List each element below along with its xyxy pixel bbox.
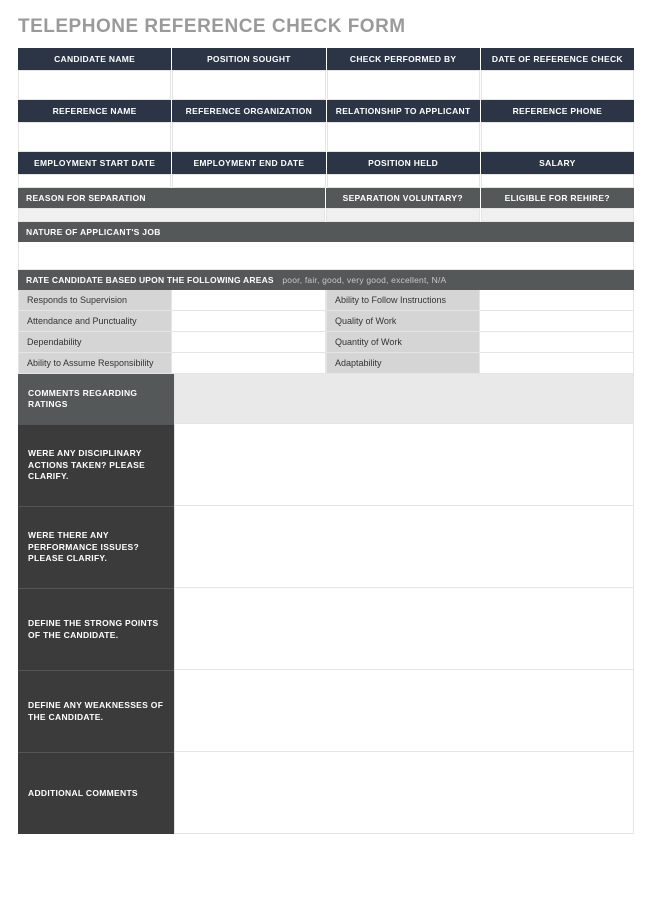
label-weaknesses: DEFINE ANY WEAKNESSES OF THE CANDIDATE. [18, 670, 174, 752]
rating-grid: Responds to Supervision Ability to Follo… [18, 290, 634, 374]
position-held-field[interactable] [327, 174, 480, 188]
header-employment-end: EMPLOYMENT END DATE [172, 152, 325, 174]
comments-ratings-row: COMMENTS REGARDING RATINGS [18, 374, 634, 424]
strong-points-row: DEFINE THE STRONG POINTS OF THE CANDIDAT… [18, 588, 634, 670]
header-position-held: POSITION HELD [327, 152, 480, 174]
header-candidate-name: CANDIDATE NAME [18, 48, 171, 70]
rate-responds-supervision: Responds to Supervision [18, 290, 172, 311]
position-sought-field[interactable] [172, 70, 325, 100]
label-additional-comments: ADDITIONAL COMMENTS [18, 752, 174, 834]
date-reference-check-field[interactable] [481, 70, 634, 100]
reference-organization-field[interactable] [172, 122, 325, 152]
header-reference-organization: REFERENCE ORGANIZATION [172, 100, 325, 122]
additional-comments-row: ADDITIONAL COMMENTS [18, 752, 634, 834]
check-performed-by-field[interactable] [327, 70, 480, 100]
employment-header-row: EMPLOYMENT START DATE EMPLOYMENT END DAT… [18, 152, 634, 174]
rate-follow-instructions-field[interactable] [480, 290, 634, 311]
header-eligible-rehire: ELIGIBLE FOR REHIRE? [481, 188, 635, 208]
rate-dependability-field[interactable] [172, 332, 326, 353]
label-performance: WERE THERE ANY PERFORMANCE ISSUES? PLEAS… [18, 506, 174, 588]
relationship-applicant-field[interactable] [327, 122, 480, 152]
rate-quality-work-field[interactable] [480, 311, 634, 332]
rate-responds-supervision-field[interactable] [172, 290, 326, 311]
rate-quantity-work: Quantity of Work [326, 332, 480, 353]
rate-scale: poor, fair, good, very good, excellent, … [282, 275, 446, 285]
header-relationship-applicant: RELATIONSHIP TO APPLICANT [327, 100, 480, 122]
rate-responsibility: Ability to Assume Responsibility [18, 353, 172, 374]
header-check-performed-by: CHECK PERFORMED BY [327, 48, 480, 70]
separation-value-row [18, 208, 634, 222]
header-salary: SALARY [481, 152, 634, 174]
reason-separation-field[interactable] [18, 208, 325, 222]
disciplinary-row: WERE ANY DISCIPLINARY ACTIONS TAKEN? PLE… [18, 424, 634, 506]
salary-field[interactable] [481, 174, 634, 188]
rate-quality-work: Quality of Work [326, 311, 480, 332]
performance-field[interactable] [174, 506, 634, 588]
header-position-sought: POSITION SOUGHT [172, 48, 325, 70]
performance-row: WERE THERE ANY PERFORMANCE ISSUES? PLEAS… [18, 506, 634, 588]
rate-dependability: Dependability [18, 332, 172, 353]
form-title: TELEPHONE REFERENCE CHECK FORM [18, 16, 634, 38]
weaknesses-field[interactable] [174, 670, 634, 752]
comments-ratings-field[interactable] [174, 374, 634, 424]
header-nature-job: NATURE OF APPLICANT'S JOB [18, 222, 634, 242]
header-separation-voluntary: SEPARATION VOLUNTARY? [326, 188, 480, 208]
rate-label: RATE CANDIDATE BASED UPON THE FOLLOWING … [26, 275, 274, 285]
candidate-header-row: CANDIDATE NAME POSITION SOUGHT CHECK PER… [18, 48, 634, 70]
employment-value-row [18, 174, 634, 188]
label-disciplinary: WERE ANY DISCIPLINARY ACTIONS TAKEN? PLE… [18, 424, 174, 506]
separation-header-row: REASON FOR SEPARATION SEPARATION VOLUNTA… [18, 188, 634, 208]
rate-adaptability: Adaptability [326, 353, 480, 374]
strong-points-field[interactable] [174, 588, 634, 670]
rate-attendance: Attendance and Punctuality [18, 311, 172, 332]
rate-follow-instructions: Ability to Follow Instructions [326, 290, 480, 311]
reference-name-field[interactable] [18, 122, 171, 152]
disciplinary-field[interactable] [174, 424, 634, 506]
header-reference-phone: REFERENCE PHONE [481, 100, 634, 122]
header-reason-separation: REASON FOR SEPARATION [18, 188, 325, 208]
label-strong-points: DEFINE THE STRONG POINTS OF THE CANDIDAT… [18, 588, 174, 670]
rate-adaptability-field[interactable] [480, 353, 634, 374]
employment-end-field[interactable] [172, 174, 325, 188]
additional-comments-field[interactable] [174, 752, 634, 834]
weaknesses-row: DEFINE ANY WEAKNESSES OF THE CANDIDATE. [18, 670, 634, 752]
reference-header-row: REFERENCE NAME REFERENCE ORGANIZATION RE… [18, 100, 634, 122]
candidate-name-field[interactable] [18, 70, 171, 100]
candidate-value-row [18, 70, 634, 100]
rate-responsibility-field[interactable] [172, 353, 326, 374]
header-employment-start: EMPLOYMENT START DATE [18, 152, 171, 174]
header-reference-name: REFERENCE NAME [18, 100, 171, 122]
label-comments-ratings: COMMENTS REGARDING RATINGS [18, 374, 174, 424]
header-rate-candidate: RATE CANDIDATE BASED UPON THE FOLLOWING … [18, 270, 634, 290]
employment-start-field[interactable] [18, 174, 171, 188]
reference-value-row [18, 122, 634, 152]
separation-voluntary-field[interactable] [326, 208, 480, 222]
nature-job-field[interactable] [18, 242, 634, 270]
rate-quantity-work-field[interactable] [480, 332, 634, 353]
rate-attendance-field[interactable] [172, 311, 326, 332]
reference-phone-field[interactable] [481, 122, 634, 152]
header-date-reference-check: DATE OF REFERENCE CHECK [481, 48, 634, 70]
eligible-rehire-field[interactable] [481, 208, 635, 222]
